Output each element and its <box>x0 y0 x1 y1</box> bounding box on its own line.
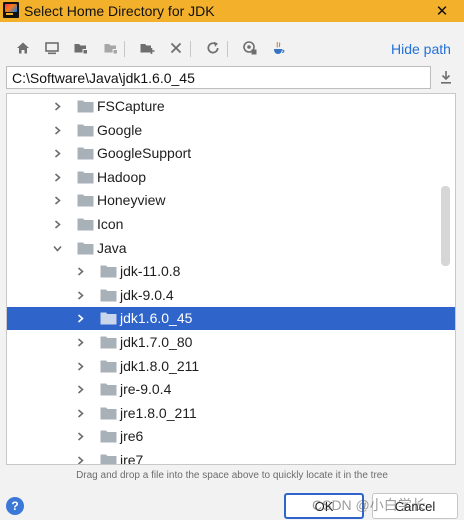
folder-icon <box>77 194 94 207</box>
folder-icon <box>100 430 117 443</box>
chevron-right-icon[interactable] <box>75 431 86 442</box>
folder-icon <box>77 124 94 137</box>
tree-row[interactable]: jre7 <box>7 449 455 465</box>
java-home-icon <box>274 41 285 54</box>
tree-row[interactable]: jdk-11.0.8 <box>7 260 455 283</box>
tree-row[interactable]: jre1.8.0_211 <box>7 402 455 425</box>
project-folder-icon <box>74 44 88 55</box>
toolbar-separator <box>124 41 125 57</box>
project-folder-button[interactable] <box>72 38 90 58</box>
tree-row[interactable]: Honeyview <box>7 189 455 212</box>
chevron-right-icon[interactable] <box>75 384 86 395</box>
tree-row-label: jre1.8.0_211 <box>120 404 197 421</box>
tree-row-label: jre6 <box>120 428 144 445</box>
chevron-right-icon[interactable] <box>75 455 86 465</box>
chevron-right-icon[interactable] <box>75 361 86 372</box>
tree-row-label: jdk1.6.0_45 <box>120 310 193 327</box>
tree-row-label: jre-9.0.4 <box>120 381 172 398</box>
delete-button[interactable] <box>167 38 185 58</box>
window-title: Select Home Directory for JDK <box>24 3 215 19</box>
tree-row-label: jdk1.8.0_211 <box>120 357 200 374</box>
close-button[interactable]: ✕ <box>420 0 464 22</box>
folder-icon <box>100 312 117 325</box>
folder-icon <box>100 454 117 464</box>
tree-row-label: FSCapture <box>97 98 165 114</box>
toolbar-separator <box>227 41 228 57</box>
path-value: C:\Software\Java\jdk1.6.0_45 <box>12 70 195 86</box>
tree-row[interactable]: Hadoop <box>7 166 455 189</box>
chevron-right-icon[interactable] <box>52 195 63 206</box>
folder-icon <box>100 360 117 373</box>
module-folder-button[interactable] <box>102 38 120 58</box>
home-button[interactable] <box>14 38 32 58</box>
folder-icon <box>100 336 117 349</box>
chevron-right-icon[interactable] <box>75 408 86 419</box>
tree-row[interactable]: Java <box>7 237 455 260</box>
chevron-right-icon[interactable] <box>52 172 63 183</box>
intellij-logo-icon <box>3 2 19 18</box>
tree-row[interactable]: jdk-9.0.4 <box>7 284 455 307</box>
chevron-right-icon[interactable] <box>52 219 63 230</box>
toolbar-separator <box>190 41 191 57</box>
tree-row[interactable]: Icon <box>7 213 455 236</box>
new-folder-icon <box>140 44 155 54</box>
folder-icon <box>100 265 117 278</box>
tree-row-label: Google <box>97 121 143 138</box>
java-home-button[interactable] <box>270 38 288 58</box>
module-folder-icon <box>104 44 118 55</box>
tree-row[interactable]: jdk1.7.0_80 <box>7 331 455 354</box>
folder-icon <box>77 171 94 184</box>
directory-tree[interactable]: FSCapture Google GoogleSupport Hadoop Honeyv… <box>6 93 456 465</box>
tree-row-label: GoogleSupport <box>97 145 192 162</box>
tree-row-label: Java <box>97 239 127 256</box>
refresh-icon <box>207 41 219 54</box>
chevron-right-icon[interactable] <box>75 313 86 324</box>
folder-icon <box>77 218 94 231</box>
show-hidden-icon <box>243 41 257 55</box>
folder-icon <box>100 383 117 396</box>
tree-row-label: jdk1.7.0_80 <box>120 334 193 350</box>
chevron-down-icon[interactable] <box>52 243 63 254</box>
folder-icon <box>100 407 117 420</box>
tree-row[interactable]: GoogleSupport <box>7 142 455 165</box>
chevron-right-icon[interactable] <box>75 266 86 277</box>
new-folder-button[interactable] <box>138 38 156 58</box>
desktop-button[interactable] <box>43 38 61 58</box>
folder-icon <box>77 147 94 160</box>
folder-icon <box>100 289 117 302</box>
path-field[interactable]: C:\Software\Java\jdk1.6.0_45 <box>6 66 431 89</box>
delete-icon <box>170 42 182 54</box>
tree-row-label: jre7 <box>120 452 144 465</box>
desktop-icon <box>45 42 59 55</box>
tree-row[interactable]: FSCapture <box>7 95 455 118</box>
download-icon[interactable] <box>438 69 454 85</box>
folder-icon <box>77 100 94 113</box>
chevron-right-icon[interactable] <box>52 125 63 136</box>
folder-icon <box>77 242 94 255</box>
tree-row[interactable]: jre6 <box>7 425 455 448</box>
tree-row[interactable]: Google <box>7 119 455 142</box>
drag-drop-hint: Drag and drop a file into the space abov… <box>76 470 388 481</box>
tree-row-label: jdk-11.0.8 <box>120 263 181 280</box>
chevron-right-icon[interactable] <box>75 290 86 301</box>
tree-row-label: Icon <box>97 216 124 232</box>
show-hidden-button[interactable] <box>241 38 259 58</box>
tree-row[interactable]: jre-9.0.4 <box>7 378 455 401</box>
hide-path-link[interactable]: Hide path <box>391 41 451 57</box>
tree-row-label: jdk-9.0.4 <box>120 286 174 303</box>
help-button[interactable]: ? <box>6 497 24 515</box>
tree-row-label: Hadoop <box>97 168 147 185</box>
chevron-right-icon[interactable] <box>75 337 86 348</box>
title-bar: Select Home Directory for JDK ✕ <box>0 0 464 22</box>
chevron-right-icon[interactable] <box>52 148 63 159</box>
watermark: CSDN @小白学长 <box>312 497 426 513</box>
refresh-button[interactable] <box>204 38 222 58</box>
chevron-right-icon[interactable] <box>52 101 63 112</box>
home-icon <box>17 42 29 54</box>
tree-row-label: Honeyview <box>97 192 166 209</box>
tree-row[interactable]: jdk1.6.0_45 <box>7 307 455 331</box>
tree-row[interactable]: jdk1.8.0_211 <box>7 355 455 378</box>
